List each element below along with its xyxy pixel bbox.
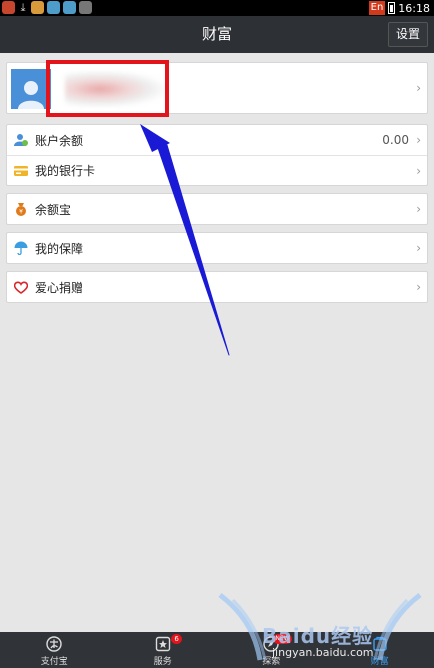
insurance-card[interactable]: 我的保障 › xyxy=(6,232,428,264)
tab-label: 支付宝 xyxy=(40,657,68,667)
charity-label: 爱心捐赠 xyxy=(35,280,84,295)
bank-card-row[interactable]: 我的银行卡 › xyxy=(7,155,427,185)
app-notification-icon xyxy=(63,1,76,14)
insurance-label: 我的保障 xyxy=(35,241,84,256)
app-notification-icon xyxy=(47,1,60,14)
app-notification-icon xyxy=(2,1,15,14)
chevron-right-icon: › xyxy=(416,133,421,147)
account-card: 账户余额 0.00 › 我的银行卡 › xyxy=(6,124,428,186)
tab-label: 服务 xyxy=(153,657,172,667)
bank-card-icon xyxy=(14,164,28,178)
tab-service[interactable]: 6 服务 xyxy=(109,632,218,668)
umbrella-icon xyxy=(14,241,28,255)
status-bar: ⤓ En 16:18 xyxy=(0,0,434,16)
avatar-icon xyxy=(11,69,51,109)
highlight-annotation-box xyxy=(46,60,169,117)
user-balance-icon xyxy=(14,133,28,147)
settings-button[interactable]: 设置 xyxy=(387,22,428,47)
chevron-right-icon: › xyxy=(416,202,421,216)
battery-icon xyxy=(388,2,396,14)
watermark-url: jingyan.baidu.com xyxy=(272,646,374,659)
page-title: 财富 xyxy=(201,25,232,43)
money-bag-icon: ¥ xyxy=(14,202,28,216)
chevron-right-icon: › xyxy=(416,241,421,255)
download-icon: ⤓ xyxy=(20,1,26,14)
wealth-icon xyxy=(372,636,388,652)
balance-label: 账户余额 xyxy=(35,133,84,148)
service-icon xyxy=(155,636,171,652)
clock: 16:18 xyxy=(398,1,430,15)
chevron-right-icon: › xyxy=(416,280,421,294)
language-indicator: En xyxy=(368,1,386,15)
watermark-text: Baidu经验 xyxy=(262,624,374,648)
charity-row[interactable]: 爱心捐赠 › xyxy=(7,272,427,302)
heart-icon xyxy=(14,280,28,294)
insurance-row[interactable]: 我的保障 › xyxy=(7,233,427,263)
charity-card[interactable]: 爱心捐赠 › xyxy=(6,271,428,303)
balance-row[interactable]: 账户余额 0.00 › xyxy=(7,125,427,155)
bank-card-label: 我的银行卡 xyxy=(35,164,96,178)
chevron-right-icon: › xyxy=(416,81,421,95)
title-bar: 财富 设置 xyxy=(0,16,434,53)
notification-icons: ⤓ xyxy=(2,1,92,14)
tab-alipay[interactable]: 支付宝 xyxy=(0,632,109,668)
notification-badge: 6 xyxy=(171,634,182,644)
alipay-icon xyxy=(46,636,62,652)
app-notification-icon xyxy=(31,1,44,14)
svg-text:¥: ¥ xyxy=(19,209,23,216)
yuebao-card[interactable]: ¥ 余额宝 › xyxy=(6,193,428,225)
balance-value: 0.00 xyxy=(382,133,409,147)
yuebao-label: 余额宝 xyxy=(35,202,72,217)
chevron-right-icon: › xyxy=(416,163,421,178)
yuebao-row[interactable]: ¥ 余额宝 › xyxy=(7,194,427,224)
app-notification-icon xyxy=(79,1,92,14)
